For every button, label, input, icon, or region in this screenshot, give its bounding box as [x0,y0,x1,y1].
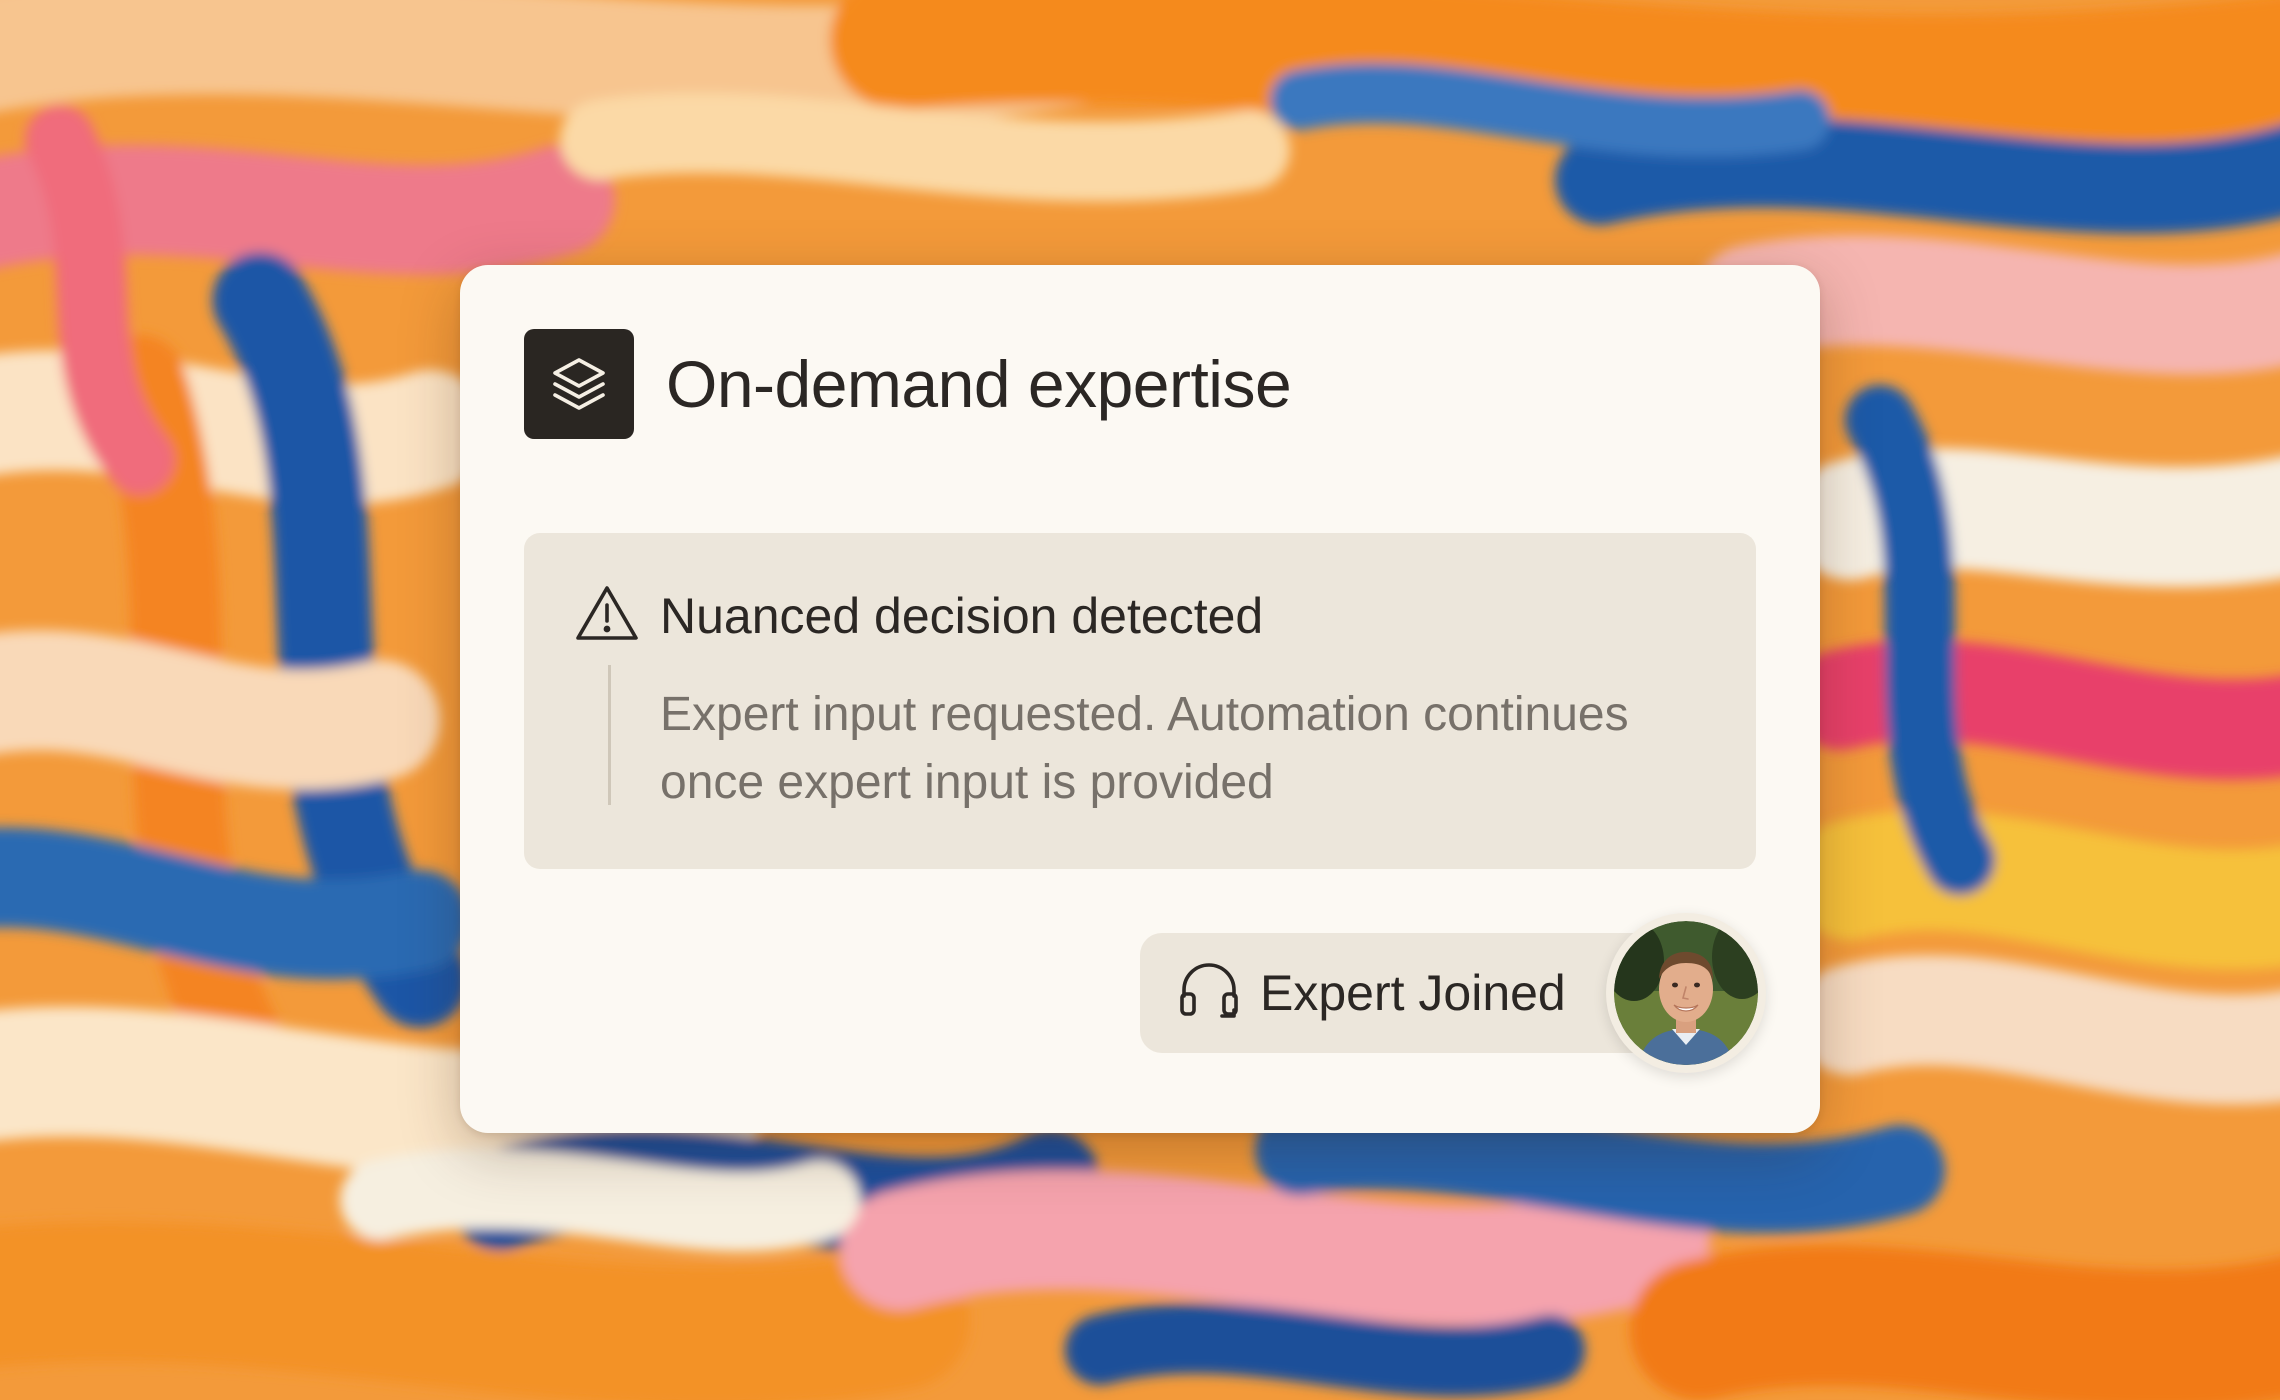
alert-message: Expert input requested. Automation conti… [660,688,1629,809]
alert-divider [608,665,611,805]
card-header: On-demand expertise [524,329,1292,439]
warning-triangle-icon [574,583,640,648]
expert-avatar-frame [1606,913,1766,1073]
card-title: On-demand expertise [666,347,1292,421]
avatar [1614,921,1758,1065]
headset-icon [1176,958,1242,1029]
expert-status-label: Expert Joined [1260,965,1566,1021]
app-stage: On-demand expertise Nuanced decision det… [0,0,2280,1400]
decision-alert: Nuanced decision detected Expert input r… [524,533,1756,869]
alert-header: Nuanced decision detected [574,583,1263,648]
expert-status-pill: Expert Joined [1140,933,1680,1053]
stacked-layers-icon [524,329,634,439]
expertise-card: On-demand expertise Nuanced decision det… [460,265,1820,1133]
alert-title: Nuanced decision detected [660,587,1264,644]
